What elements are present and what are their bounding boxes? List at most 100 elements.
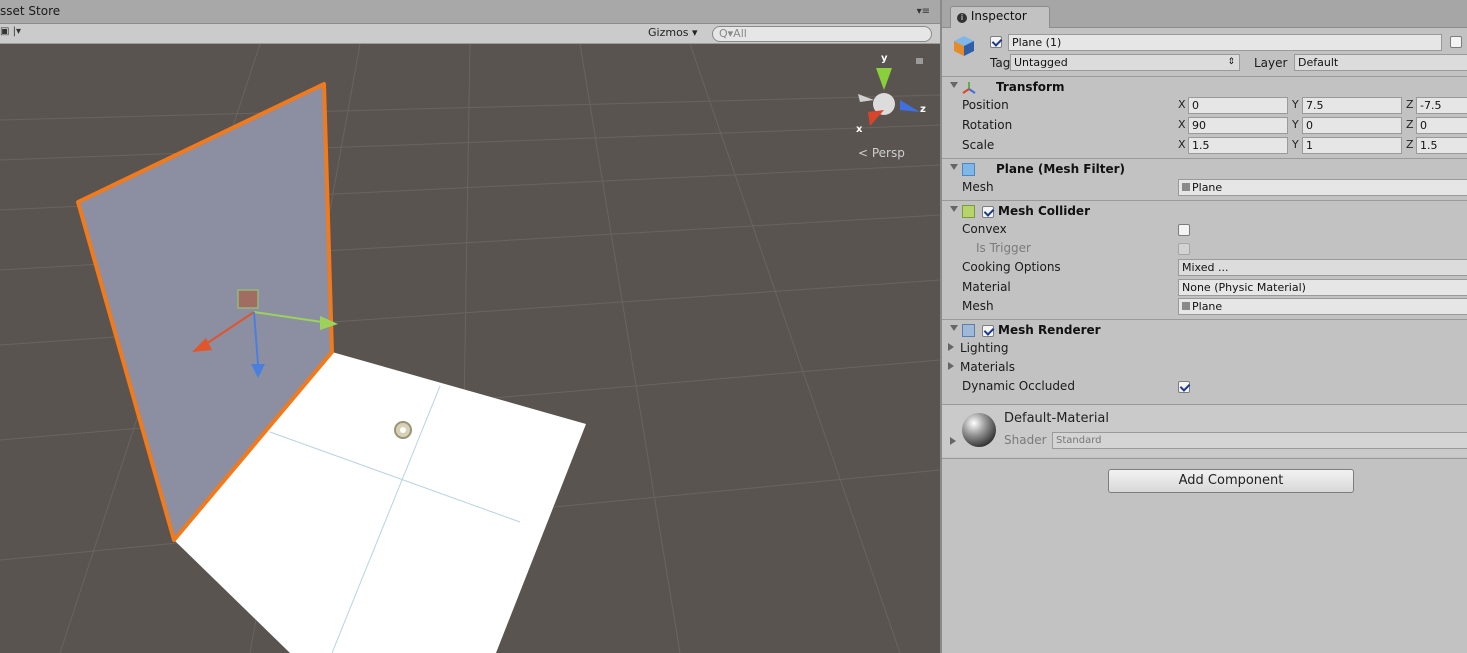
cooking-options-dropdown[interactable]: Mixed ... bbox=[1178, 259, 1467, 276]
position-z-field[interactable]: -7.5 bbox=[1416, 97, 1467, 114]
z-axis-label: Z bbox=[1406, 118, 1414, 131]
foldout-open-icon bbox=[950, 82, 958, 88]
persp-toggle[interactable]: < Persp bbox=[858, 146, 905, 160]
rotation-x-field[interactable]: 90 bbox=[1188, 117, 1288, 134]
foldout-closed-icon bbox=[948, 343, 954, 351]
foldout-open-icon bbox=[950, 325, 958, 331]
scale-x-field[interactable]: 1.5 bbox=[1188, 137, 1288, 154]
y-axis-label: Y bbox=[1292, 138, 1299, 151]
material-row: Material None (Physic Material) bbox=[942, 278, 1467, 298]
x-axis-label: X bbox=[1178, 118, 1186, 131]
gameobject-cube-icon bbox=[952, 34, 976, 58]
mesh-collider-enabled-checkbox[interactable] bbox=[982, 206, 994, 218]
separator bbox=[942, 76, 1467, 77]
mesh-filter-mesh-row: Mesh Plane bbox=[942, 178, 1467, 198]
convex-label: Convex bbox=[962, 222, 1007, 236]
mesh-renderer-enabled-checkbox[interactable] bbox=[982, 325, 994, 337]
gizmos-dropdown[interactable]: Gizmos ▾ bbox=[648, 26, 698, 41]
mesh-collider-mesh-row: Mesh Plane bbox=[942, 297, 1467, 317]
mesh-collider-icon bbox=[962, 205, 975, 218]
light-gizmo-icon[interactable] bbox=[394, 421, 412, 439]
scale-label: Scale bbox=[962, 138, 995, 152]
position-label: Position bbox=[962, 98, 1009, 112]
tag-label: Tag bbox=[990, 56, 1011, 70]
transform-header[interactable]: Transform bbox=[942, 78, 1467, 98]
is-trigger-checkbox bbox=[1178, 243, 1190, 255]
separator bbox=[942, 319, 1467, 320]
mesh-filter-icon bbox=[962, 163, 975, 176]
scene-tab-bar: sset Store ▾≡ bbox=[0, 0, 940, 24]
convex-checkbox[interactable] bbox=[1178, 224, 1190, 236]
position-y-field[interactable]: 7.5 bbox=[1302, 97, 1402, 114]
gizmo-x-label: x bbox=[856, 124, 863, 135]
mesh-renderer-header[interactable]: Mesh Renderer bbox=[942, 321, 1467, 341]
dynamic-occluded-checkbox[interactable] bbox=[1178, 381, 1190, 393]
gizmo-y-label: y bbox=[881, 53, 888, 64]
mesh-filter-mesh-value: Plane bbox=[1192, 181, 1223, 194]
info-icon: i bbox=[957, 13, 967, 23]
rotation-row: Rotation X 90 Y 0 Z 0 bbox=[942, 116, 1467, 136]
scene-draw-mode-dropdown[interactable]: ▣ |▾ bbox=[0, 26, 28, 41]
mesh-collider-header[interactable]: Mesh Collider bbox=[942, 202, 1467, 222]
inspector-tab[interactable]: i Inspector bbox=[950, 6, 1050, 28]
mesh-filter-header[interactable]: Plane (Mesh Filter) bbox=[942, 160, 1467, 180]
rotation-y-field[interactable]: 0 bbox=[1302, 117, 1402, 134]
convex-row: Convex bbox=[942, 220, 1467, 240]
tag-value: Untagged bbox=[1014, 56, 1068, 69]
mesh-renderer-title: Mesh Renderer bbox=[998, 323, 1101, 337]
scale-z-field[interactable]: 1.5 bbox=[1416, 137, 1467, 154]
tag-dropdown[interactable]: Untagged ⇕ bbox=[1010, 54, 1240, 71]
shader-dropdown[interactable]: Standard bbox=[1052, 432, 1467, 449]
dropdown-arrows-icon: ⇕ bbox=[1227, 57, 1235, 67]
separator bbox=[942, 458, 1467, 459]
transform-title: Transform bbox=[996, 80, 1065, 94]
separator bbox=[942, 200, 1467, 201]
scene-toolbar: ▣ |▾ Gizmos ▾ Q▾All bbox=[0, 24, 940, 44]
foldout-open-icon bbox=[950, 164, 958, 170]
gizmo-z-label: z bbox=[920, 104, 926, 115]
scene-viewport[interactable]: y z x bbox=[0, 44, 940, 653]
dynamic-occluded-label: Dynamic Occluded bbox=[962, 379, 1075, 393]
z-axis-label: Z bbox=[1406, 98, 1414, 111]
mesh-icon bbox=[1182, 302, 1190, 310]
lighting-row[interactable]: Lighting bbox=[942, 339, 1467, 359]
add-component-button[interactable]: Add Component bbox=[1108, 469, 1354, 493]
z-axis-label: Z bbox=[1406, 138, 1414, 151]
mesh-renderer-icon bbox=[962, 324, 975, 337]
static-checkbox[interactable] bbox=[1450, 36, 1462, 48]
mesh-label: Mesh bbox=[962, 299, 994, 313]
y-axis-label: Y bbox=[1292, 98, 1299, 111]
mesh-filter-mesh-field[interactable]: Plane bbox=[1178, 179, 1467, 196]
material-section: Default-Material Shader Standard bbox=[942, 405, 1467, 457]
panel-menu-icon[interactable]: ▾≡ bbox=[917, 6, 930, 17]
foldout-closed-icon bbox=[948, 362, 954, 370]
scene-search-input[interactable]: Q▾All bbox=[712, 26, 932, 42]
scene-view-panel: sset Store ▾≡ ▣ |▾ Gizmos ▾ Q▾All y z x … bbox=[0, 0, 940, 653]
physic-material-field[interactable]: None (Physic Material) bbox=[1178, 279, 1467, 296]
x-axis-label: X bbox=[1178, 138, 1186, 151]
inspector-tab-label: Inspector bbox=[970, 9, 1027, 23]
foldout-closed-icon[interactable] bbox=[950, 437, 956, 445]
asset-store-tab[interactable]: sset Store bbox=[0, 4, 60, 18]
mesh-collider-mesh-value: Plane bbox=[1192, 300, 1223, 313]
foldout-open-icon bbox=[950, 206, 958, 212]
active-checkbox[interactable] bbox=[990, 36, 1002, 48]
object-name-field[interactable]: Plane (1) bbox=[1008, 34, 1442, 51]
rotation-z-field[interactable]: 0 bbox=[1416, 117, 1467, 134]
mesh-collider-mesh-field[interactable]: Plane bbox=[1178, 298, 1467, 315]
materials-row[interactable]: Materials bbox=[942, 358, 1467, 378]
mesh-label: Mesh bbox=[962, 180, 994, 194]
lock-icon[interactable] bbox=[916, 58, 923, 64]
materials-label: Materials bbox=[960, 360, 1016, 374]
scale-row: Scale X 1.5 Y 1 Z 1.5 bbox=[942, 136, 1467, 156]
is-trigger-label: Is Trigger bbox=[976, 241, 1031, 255]
material-label: Material bbox=[962, 280, 1011, 294]
inspector-panel: i Inspector Plane (1) Tag Untagged ⇕ Lay… bbox=[940, 0, 1467, 653]
is-trigger-row: Is Trigger bbox=[942, 239, 1467, 259]
position-x-field[interactable]: 0 bbox=[1188, 97, 1288, 114]
scale-y-field[interactable]: 1 bbox=[1302, 137, 1402, 154]
mesh-filter-title: Plane (Mesh Filter) bbox=[996, 162, 1125, 176]
layer-dropdown[interactable]: Default bbox=[1294, 54, 1467, 71]
x-axis-label: X bbox=[1178, 98, 1186, 111]
shader-label: Shader bbox=[1004, 433, 1047, 447]
